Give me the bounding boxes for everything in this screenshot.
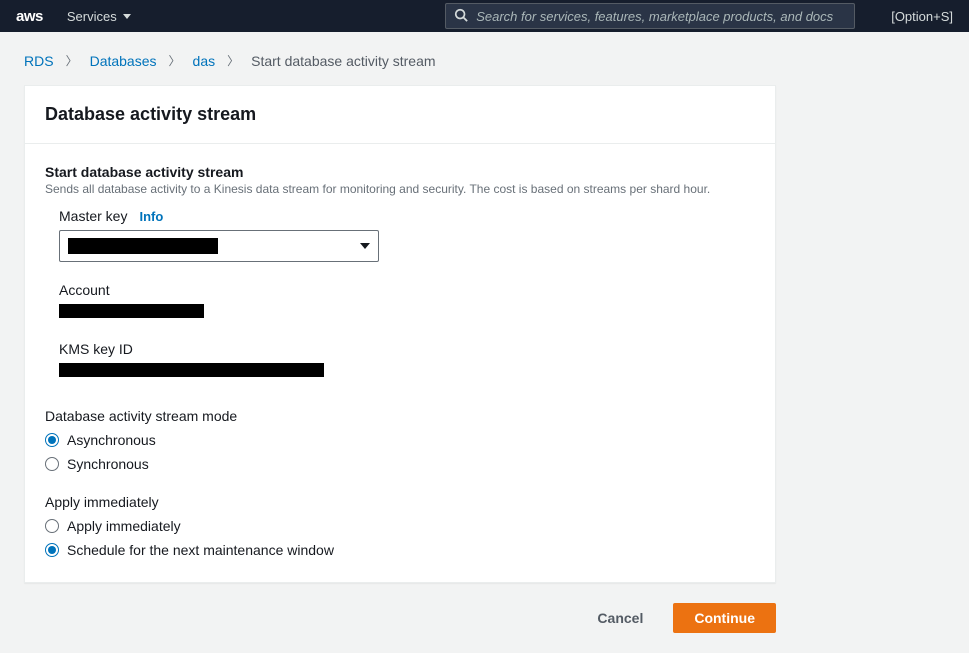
account-value-redacted: [59, 304, 204, 318]
services-label: Services: [67, 9, 117, 24]
kms-key-label: KMS key ID: [59, 341, 755, 357]
breadcrumb-das[interactable]: das: [193, 53, 216, 69]
apply-scheduled-radio[interactable]: Schedule for the next maintenance window: [45, 538, 755, 562]
search-icon: [454, 8, 468, 25]
section-title: Start database activity stream: [45, 164, 755, 180]
continue-button[interactable]: Continue: [673, 603, 776, 633]
mode-sync-radio[interactable]: Synchronous: [45, 452, 755, 476]
chevron-right-icon: 〉: [227, 52, 239, 69]
apply-scheduled-label: Schedule for the next maintenance window: [67, 542, 334, 558]
apply-now-radio[interactable]: Apply immediately: [45, 514, 755, 538]
search-shortcut: [Option+S]: [891, 9, 953, 24]
master-key-label: Master key Info: [59, 208, 755, 224]
search-input[interactable]: [476, 9, 846, 24]
master-key-value-redacted: [68, 238, 218, 254]
panel-header: Database activity stream: [25, 86, 775, 144]
radio-icon: [45, 543, 59, 557]
breadcrumb-rds[interactable]: RDS: [24, 53, 54, 69]
breadcrumb: RDS 〉 Databases 〉 das 〉 Start database a…: [24, 52, 776, 69]
aws-logo[interactable]: aws: [16, 8, 43, 25]
section-description: Sends all database activity to a Kinesis…: [45, 182, 755, 196]
mode-sync-label: Synchronous: [67, 456, 149, 472]
info-link[interactable]: Info: [139, 209, 163, 224]
apply-now-label: Apply immediately: [67, 518, 181, 534]
radio-icon: [45, 457, 59, 471]
breadcrumb-databases[interactable]: Databases: [90, 53, 157, 69]
apply-radio-group: Apply immediately Schedule for the next …: [45, 514, 755, 562]
main-panel: Database activity stream Start database …: [24, 85, 776, 583]
chevron-right-icon: 〉: [66, 52, 78, 69]
cancel-button[interactable]: Cancel: [577, 603, 663, 633]
mode-async-label: Asynchronous: [67, 432, 156, 448]
page-title: Database activity stream: [45, 104, 755, 125]
master-key-select[interactable]: [59, 230, 379, 262]
mode-async-radio[interactable]: Asynchronous: [45, 428, 755, 452]
chevron-right-icon: 〉: [169, 52, 181, 69]
mode-radio-group: Asynchronous Synchronous: [45, 428, 755, 476]
aws-logo-text: aws: [16, 8, 43, 25]
top-nav: aws Services [Option+S]: [0, 0, 969, 32]
kms-key-value-redacted: [59, 363, 324, 377]
mode-group-label: Database activity stream mode: [45, 408, 755, 424]
action-bar: Cancel Continue: [24, 603, 776, 633]
radio-icon: [45, 519, 59, 533]
caret-down-icon: [123, 14, 131, 19]
search-box[interactable]: [445, 3, 855, 29]
account-label: Account: [59, 282, 755, 298]
breadcrumb-current: Start database activity stream: [251, 53, 435, 69]
services-menu[interactable]: Services: [67, 9, 131, 24]
caret-down-icon: [360, 243, 370, 249]
radio-icon: [45, 433, 59, 447]
apply-group-label: Apply immediately: [45, 494, 755, 510]
